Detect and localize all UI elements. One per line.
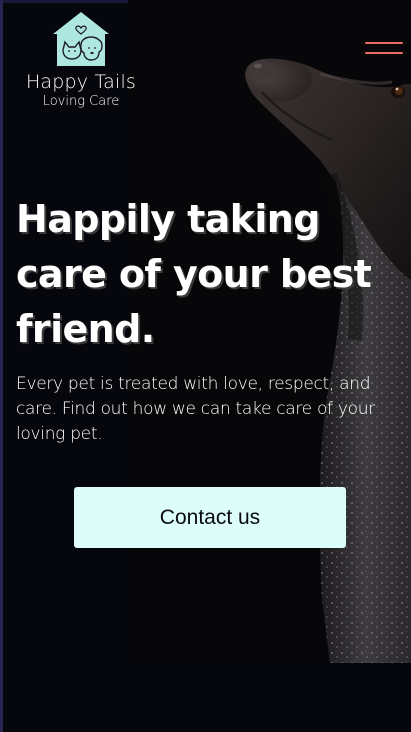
hero-lead-text: Every pet is treated with love, respect,… [16,374,375,444]
brand-logo[interactable]: Happy Tails Loving Care [22,10,140,110]
hamburger-menu-icon[interactable] [362,38,406,58]
menu-line-top [365,42,403,44]
contact-us-button[interactable]: Contact us [74,487,346,548]
pet-house-logo-icon [53,12,109,66]
landing-page: Happy Tails Loving Care Happily taking c… [0,0,411,732]
hero-headline: Happily taking care of your best friend. [16,197,372,351]
brand-name: Happy Tails [25,71,137,93]
brand-tagline: Loving Care [42,94,120,109]
menu-line-bottom [365,52,403,54]
